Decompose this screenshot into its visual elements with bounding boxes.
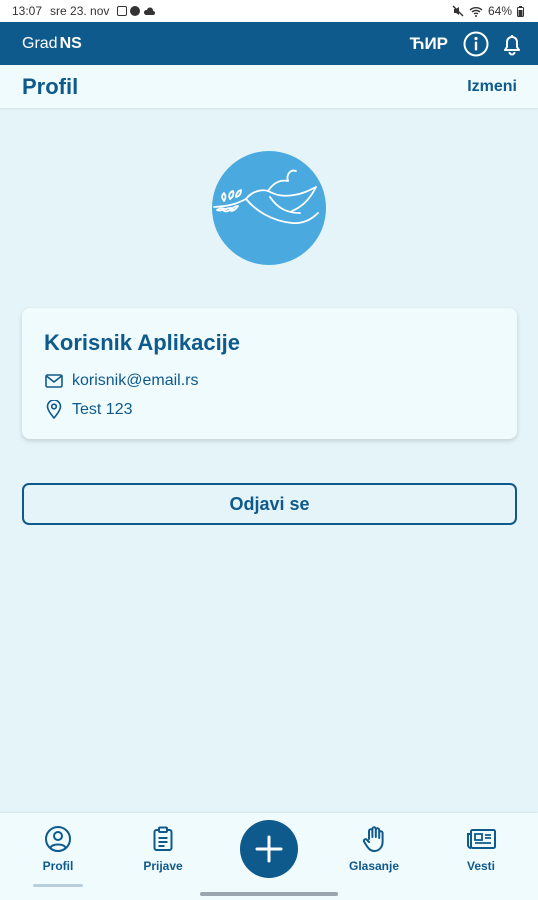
edit-button[interactable]: Izmeni xyxy=(467,78,517,96)
title-bar: Profil Izmeni xyxy=(0,65,538,108)
plus-icon xyxy=(255,835,283,863)
bell-icon[interactable] xyxy=(498,30,526,58)
gallery-notification-icon xyxy=(117,6,128,16)
user-email: korisnik@email.rs xyxy=(72,371,199,389)
app-notification-icon xyxy=(130,6,141,16)
status-date: sre 23. nov xyxy=(50,4,110,18)
bottom-navigation: Profil Prijave Glasanje Vesti xyxy=(0,813,538,900)
email-row: korisnik@email.rs xyxy=(44,366,495,395)
app-actions: ЋИР xyxy=(410,30,526,58)
battery-icon xyxy=(517,5,524,17)
page-title: Profil xyxy=(22,73,79,99)
system-home-indicator[interactable] xyxy=(200,892,338,896)
script-toggle-button[interactable]: ЋИР xyxy=(410,34,448,54)
user-address: Test 123 xyxy=(72,400,133,418)
profile-icon xyxy=(45,826,71,852)
profile-card: Korisnik Aplikacije korisnik@email.rs Te… xyxy=(22,308,517,439)
battery-percentage: 64% xyxy=(487,4,512,18)
info-icon[interactable] xyxy=(462,30,490,58)
user-name: Korisnik Aplikacije xyxy=(44,330,241,355)
newspaper-icon xyxy=(467,829,496,849)
brand-bold: NS xyxy=(59,34,82,52)
status-left: 13:07 sre 23. nov xyxy=(12,4,156,18)
nav-item-profil[interactable]: Profil xyxy=(23,825,93,873)
logout-button[interactable]: Odjavi se xyxy=(22,483,517,525)
notification-icons xyxy=(117,6,156,16)
status-bar: 13:07 sre 23. nov 64% xyxy=(0,0,538,22)
active-tab-indicator xyxy=(33,884,83,887)
wifi-icon xyxy=(469,6,483,17)
status-right: 64% xyxy=(452,4,524,18)
clipboard-icon xyxy=(153,826,173,851)
app-bar: Grad NS ЋИР xyxy=(0,22,538,65)
app-logo: Grad NS xyxy=(22,35,82,53)
status-time: 13:07 xyxy=(12,4,43,18)
mute-icon xyxy=(452,5,464,17)
brand-light: Grad xyxy=(22,34,58,52)
address-row: Test 123 xyxy=(44,395,495,424)
nav-item-glasanje[interactable]: Glasanje xyxy=(339,825,409,873)
location-pin-icon xyxy=(44,400,63,419)
hand-icon xyxy=(362,826,384,852)
nav-label-glasanje: Glasanje xyxy=(348,859,400,873)
cloud-icon xyxy=(144,6,156,15)
avatar xyxy=(212,151,326,265)
nav-label-prijave: Prijave xyxy=(143,859,183,873)
dove-logo-icon xyxy=(213,169,319,225)
nav-item-prijave[interactable]: Prijave xyxy=(128,825,198,873)
add-report-button[interactable] xyxy=(240,820,298,878)
nav-label-vesti: Vesti xyxy=(466,859,496,873)
nav-label-profil: Profil xyxy=(42,859,74,873)
mail-icon xyxy=(44,371,63,390)
nav-item-vesti[interactable]: Vesti xyxy=(446,825,516,873)
